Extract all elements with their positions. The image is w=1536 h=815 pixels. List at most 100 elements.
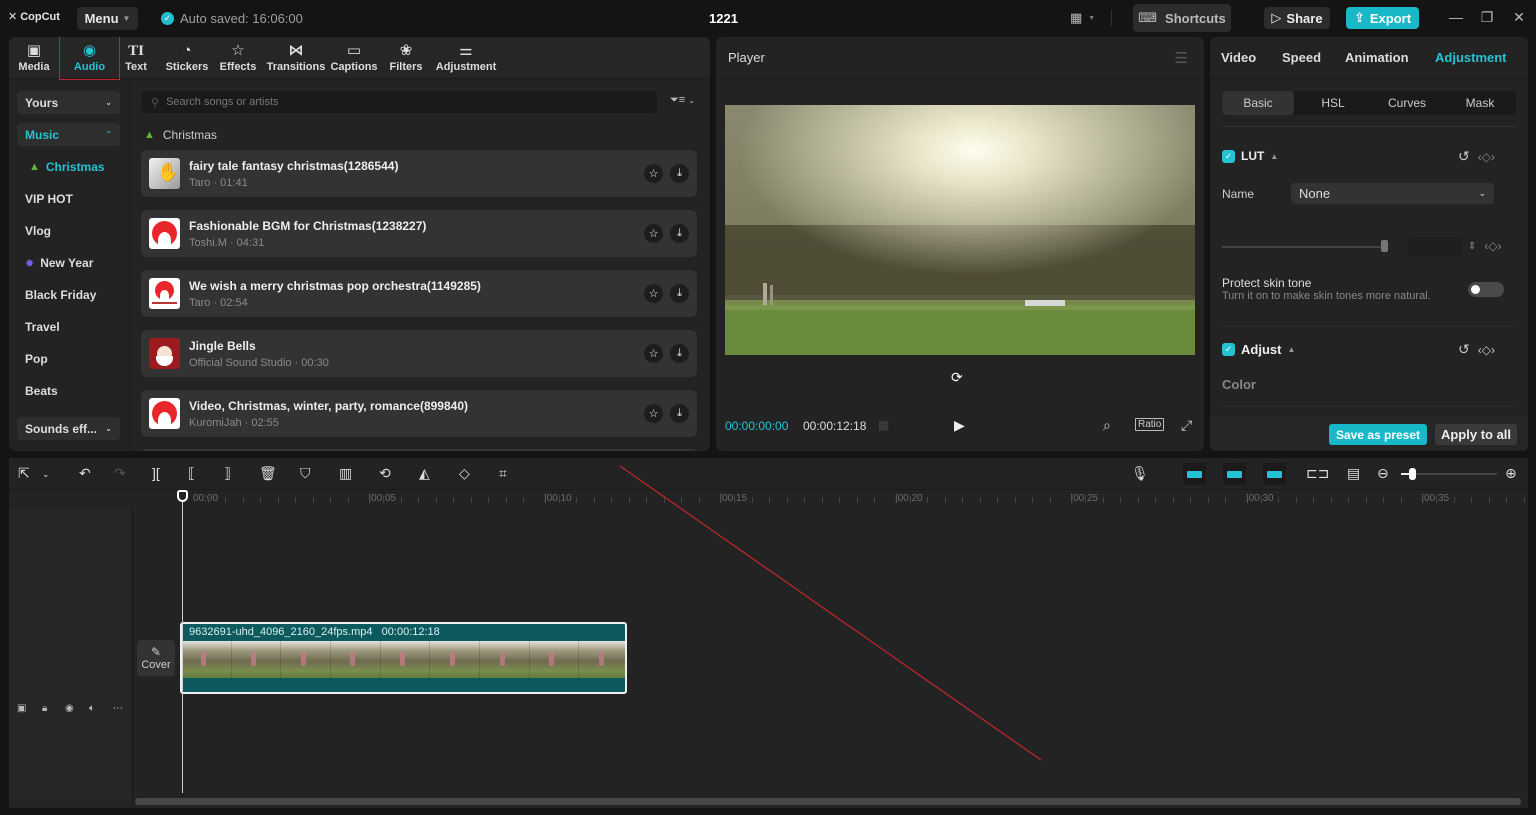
lock-icon[interactable]: 🔒︎ (42, 703, 47, 714)
preview-axis-icon[interactable]: ▤ (1347, 465, 1360, 482)
song-item[interactable]: ✋ fairy tale fantasy christmas(1286544) … (141, 150, 697, 197)
split-left-icon[interactable]: ⟦ (188, 465, 195, 482)
zoom-in-icon[interactable]: ⊕ (1505, 465, 1517, 482)
subtab-hsl[interactable]: HSL (1297, 91, 1369, 115)
timeline-ruler[interactable]: 00:00|00:05|00:10|00:15|00:20|00:25|00:3… (9, 491, 1528, 509)
playhead-handle[interactable] (177, 490, 188, 502)
tab-transitions[interactable]: ⋈ Transitions (266, 37, 326, 79)
favorite-star-icon[interactable]: ☆ (644, 164, 663, 183)
keyframe-icon[interactable]: ‹◇› (1484, 239, 1501, 253)
save-as-preset-button[interactable]: Save as preset (1329, 424, 1427, 445)
download-icon[interactable]: ⤓ (670, 344, 689, 363)
fullscreen-icon[interactable]: ⤢ (1181, 417, 1192, 434)
video-preview[interactable] (725, 105, 1195, 355)
reverse-icon[interactable]: ⟲ (379, 465, 391, 482)
crop-icon[interactable]: ⌗ (499, 465, 507, 482)
split-preview-icon[interactable]: ⊏⊐ (1306, 465, 1329, 482)
collapse-caret-icon[interactable]: ▲ (1270, 152, 1278, 161)
subtab-basic[interactable]: Basic (1222, 91, 1294, 115)
undo-icon[interactable]: ↶ (79, 465, 91, 482)
rotate-icon[interactable]: ⟳ (951, 369, 963, 386)
tab-animation[interactable]: Animation (1345, 50, 1409, 65)
favorite-star-icon[interactable]: ☆ (644, 224, 663, 243)
rotate-icon[interactable]: ◇ (459, 465, 470, 482)
zoom-preview-icon[interactable]: ⌕ (1103, 417, 1111, 434)
cover-button[interactable]: ✎ Cover (137, 640, 175, 676)
tab-video[interactable]: Video (1221, 50, 1256, 65)
category-vip-hot[interactable]: VIP HOT (25, 192, 73, 206)
tab-speed[interactable]: Speed (1282, 50, 1321, 65)
project-title[interactable]: 1221 (709, 11, 738, 26)
tab-audio[interactable]: ◉ Audio (59, 37, 120, 80)
eye-icon[interactable]: ◉ (65, 703, 74, 714)
category-christmas[interactable]: ▲ Christmas (29, 160, 105, 174)
download-icon[interactable]: ⤓ (670, 164, 689, 183)
tab-media[interactable]: ▣ Media (13, 37, 55, 79)
reset-icon[interactable]: ↺ (1458, 148, 1470, 165)
subtab-curves[interactable]: Curves (1371, 91, 1443, 115)
favorite-star-icon[interactable]: ☆ (644, 344, 663, 363)
download-icon[interactable]: ⤓ (670, 224, 689, 243)
download-icon[interactable]: ⤓ (670, 284, 689, 303)
category-pop[interactable]: Pop (25, 352, 48, 366)
timeline-grid-icon[interactable]: ▦ (878, 418, 889, 432)
select-cursor-icon[interactable]: ⇱ (18, 465, 30, 482)
zoom-out-icon[interactable]: ⊖ (1377, 465, 1389, 482)
playhead-line[interactable] (182, 493, 183, 793)
song-item[interactable]: Jingle Bells Official Sound Studio · 00:… (141, 330, 697, 377)
video-clip[interactable]: 9632691-uhd_4096_2160_24fps.mp4 00:00:12… (180, 622, 627, 694)
subtab-mask[interactable]: Mask (1444, 91, 1516, 115)
lut-intensity-input[interactable] (1408, 237, 1462, 257)
lut-name-select[interactable]: None ⌄ (1291, 183, 1494, 204)
tab-adjustment[interactable]: ⚌ Adjustment (435, 37, 497, 79)
redo-icon[interactable]: ↷ (114, 465, 126, 482)
chevron-down-icon[interactable]: ⌄ (42, 469, 50, 480)
tab-effects[interactable]: ☆ Effects (217, 37, 259, 79)
menu-button[interactable]: Menu ▼ (77, 7, 138, 30)
play-icon[interactable]: ▶ (954, 417, 965, 434)
main-track-magnet-button[interactable] (1183, 463, 1206, 485)
download-icon[interactable]: ⤓ (670, 404, 689, 423)
microphone-icon[interactable]: 🎙 (1131, 465, 1149, 482)
zoom-slider-handle[interactable] (1409, 468, 1416, 480)
protect-skin-toggle[interactable] (1468, 282, 1504, 297)
linkage-button[interactable] (1263, 463, 1286, 485)
tab-filters[interactable]: ❀ Filters (387, 37, 425, 79)
ratio-button[interactable]: Ratio (1135, 418, 1165, 431)
layout-button[interactable]: ▦ ▼ (1070, 10, 1113, 26)
tab-stickers[interactable]: ◔ Stickers (164, 37, 210, 79)
freeze-frame-icon[interactable]: ▥ (339, 465, 352, 482)
category-beats[interactable]: Beats (25, 384, 58, 398)
lut-intensity-slider[interactable] (1222, 246, 1386, 248)
apply-to-all-button[interactable]: Apply to all (1435, 424, 1517, 445)
split-right-icon[interactable]: ⟧ (224, 465, 231, 482)
collapse-caret-icon[interactable]: ▲ (1287, 345, 1295, 354)
marker-icon[interactable]: ⛉ (300, 465, 311, 482)
keyframe-icon[interactable]: ‹◇› (1478, 343, 1495, 357)
filter-sort-button[interactable]: ⏷≡ ⌄ (670, 94, 695, 107)
slider-handle[interactable] (1381, 240, 1388, 252)
tab-text[interactable]: TI Text (119, 37, 153, 79)
sound-effects-dropdown[interactable]: Sounds eff... ⌄ (17, 417, 120, 440)
auto-snapping-button[interactable] (1223, 463, 1246, 485)
timeline-horizontal-scrollbar[interactable] (135, 798, 1521, 805)
song-item[interactable]: Fashionable BGM for Christmas(1238227) T… (141, 210, 697, 257)
favorite-star-icon[interactable]: ☆ (644, 284, 663, 303)
speaker-icon[interactable]: 🔈︎ (89, 703, 95, 714)
share-button[interactable]: ▷ Share (1264, 7, 1330, 29)
hamburger-menu-icon[interactable]: ☰ (1175, 49, 1188, 67)
adjust-checkbox[interactable]: ✓ (1222, 343, 1235, 356)
split-icon[interactable]: ][ (152, 465, 160, 481)
category-travel[interactable]: Travel (25, 320, 60, 334)
close-icon[interactable]: ✕ (1509, 9, 1529, 26)
tab-adjustment[interactable]: Adjustment (1435, 50, 1507, 65)
yours-dropdown[interactable]: Yours ⌄ (17, 91, 120, 114)
song-item[interactable]: Video, Christmas, winter, party, romance… (141, 390, 697, 437)
mirror-icon[interactable]: ◭ (419, 465, 430, 482)
tab-captions[interactable]: ▭ Captions (330, 37, 378, 79)
stepper-icon[interactable]: ⇕ (1468, 241, 1476, 252)
music-dropdown[interactable]: Music ⌃ (17, 123, 120, 146)
minimize-icon[interactable]: — (1446, 9, 1466, 25)
category-black-friday[interactable]: Black Friday (25, 288, 96, 302)
restore-icon[interactable]: ❐ (1477, 9, 1497, 26)
